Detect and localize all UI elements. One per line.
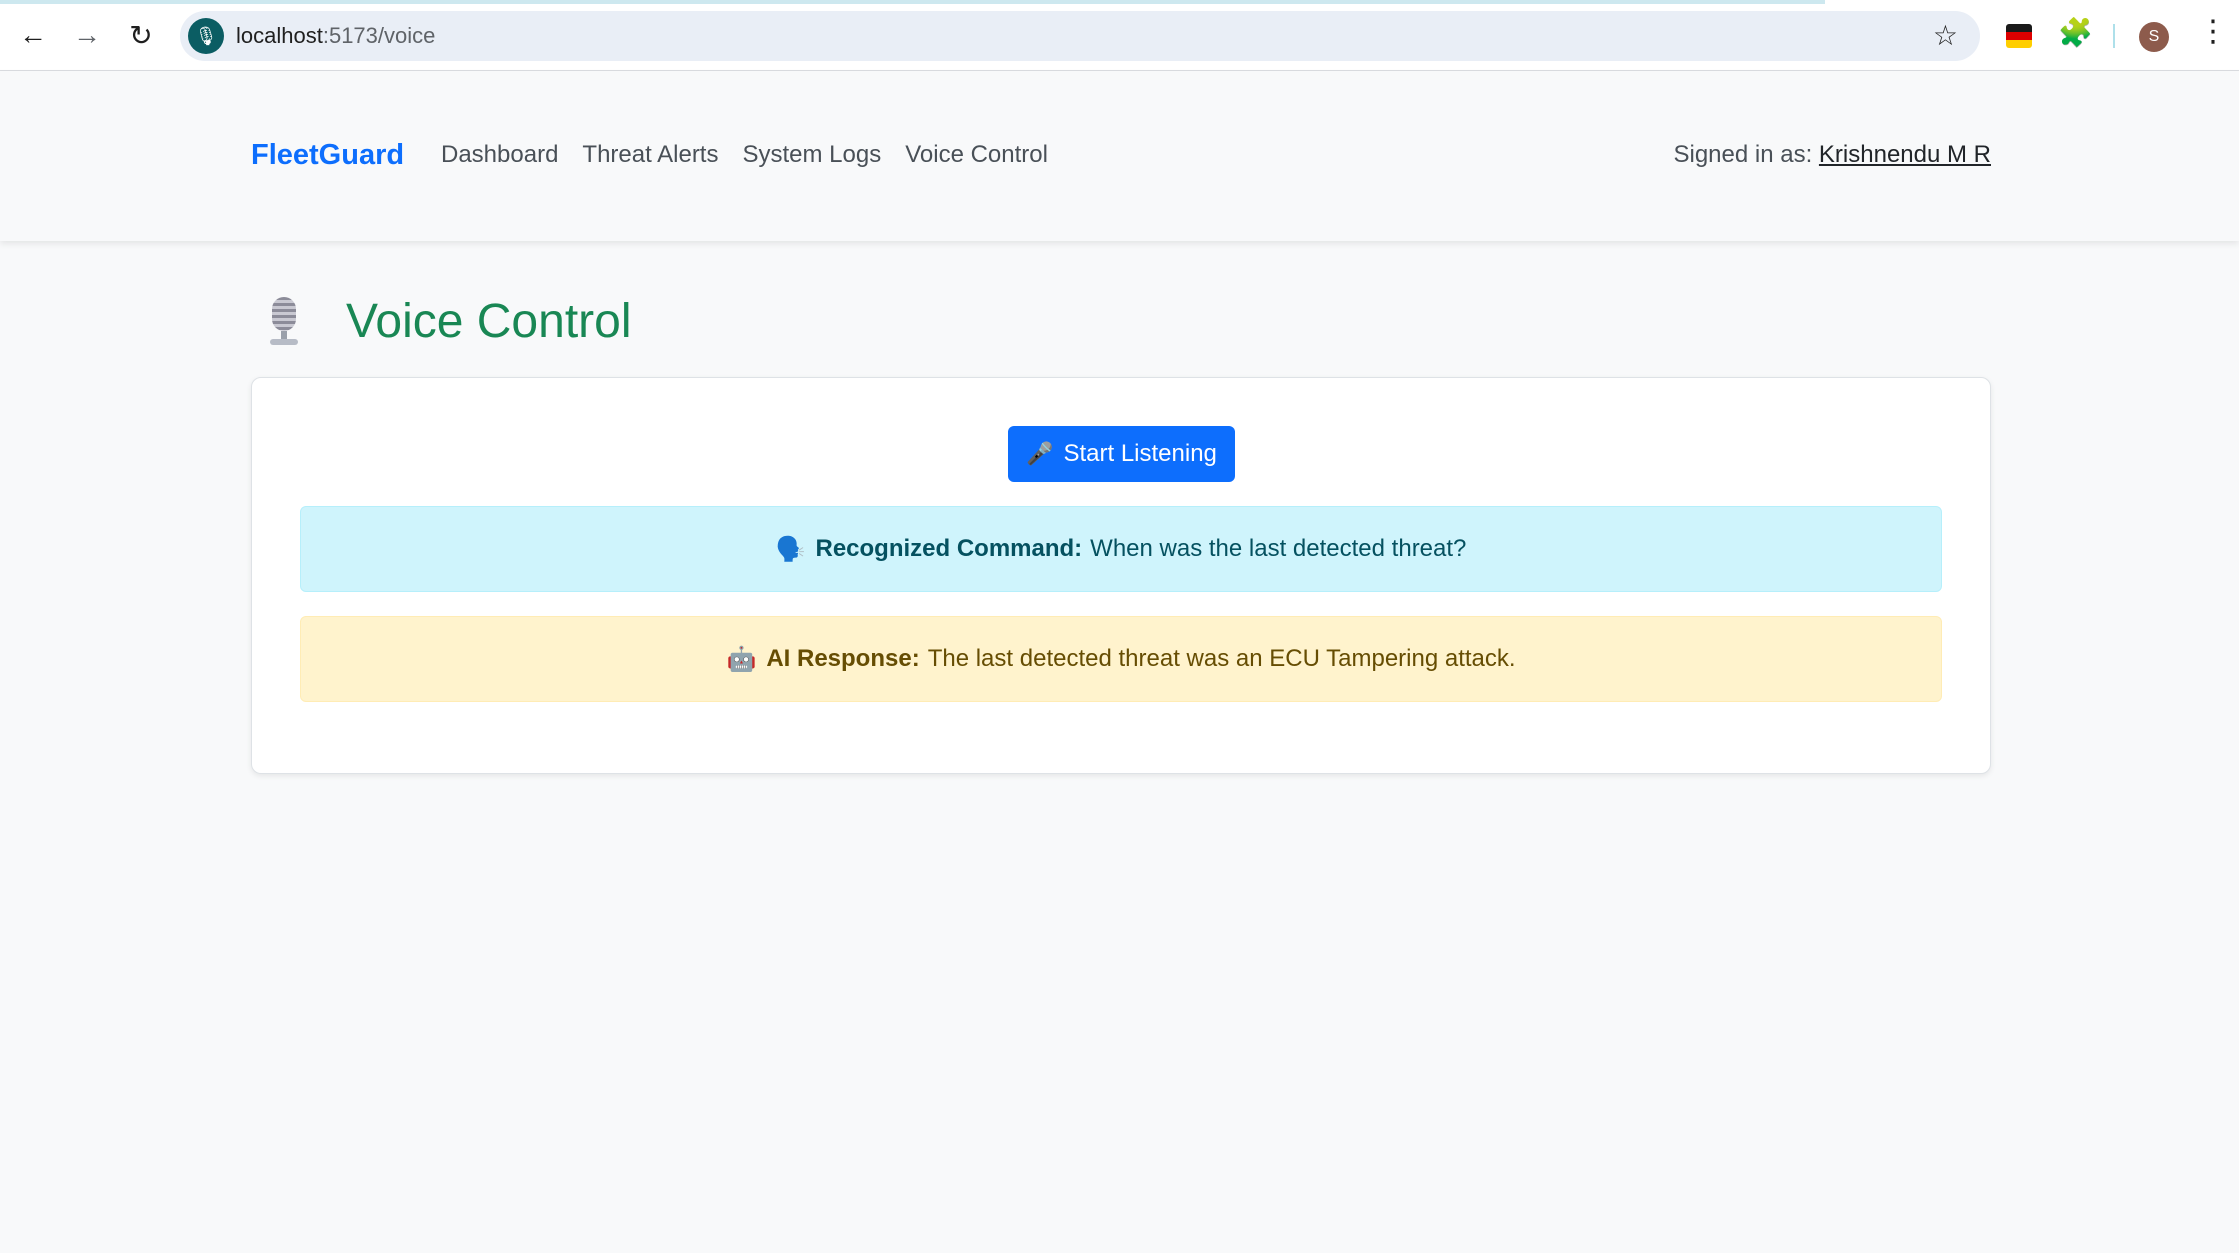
- browser-toolbar: ← → ↻ 🎙 localhost:5173/voice ☆ 🧩 S ⋮: [0, 0, 2239, 71]
- voice-control-card: 🎤 Start Listening 🗣️ Recognized Command:…: [251, 377, 1991, 774]
- user-name-link[interactable]: Krishnendu M R: [1819, 141, 1991, 168]
- robot-icon: 🤖: [726, 645, 757, 673]
- recognized-command-alert: 🗣️ Recognized Command: When was the last…: [300, 506, 1942, 592]
- page-heading: Voice Control: [262, 294, 632, 349]
- recognized-command-text: When was the last detected threat?: [1090, 535, 1467, 562]
- brand-logo[interactable]: FleetGuard: [251, 139, 404, 172]
- microphone-site-icon[interactable]: 🎙: [188, 18, 224, 54]
- nav-link-system-logs[interactable]: System Logs: [742, 141, 881, 169]
- address-bar[interactable]: 🎙 localhost:5173/voice ☆: [180, 11, 1980, 61]
- nav-link-threat-alerts[interactable]: Threat Alerts: [582, 141, 718, 169]
- speaking-head-icon: 🗣️: [775, 535, 806, 563]
- microphone-icon: 🎤: [1026, 441, 1054, 466]
- recognized-command-label: Recognized Command:: [815, 535, 1083, 562]
- microphone-icon: [262, 296, 306, 347]
- start-listening-label: Start Listening: [1063, 440, 1217, 467]
- toolbar-divider: [2113, 24, 2115, 48]
- nav-links: Dashboard Threat Alerts System Logs Voic…: [441, 141, 1072, 169]
- more-menu-icon[interactable]: ⋮: [2198, 14, 2228, 49]
- url-host: localhost: [236, 23, 323, 48]
- start-listening-button[interactable]: 🎤 Start Listening: [1008, 426, 1235, 482]
- back-button[interactable]: ←: [10, 12, 56, 58]
- reload-icon: ↻: [129, 19, 153, 51]
- bookmark-star-icon[interactable]: ☆: [1933, 20, 1958, 52]
- flag-extension-icon[interactable]: [2006, 24, 2032, 48]
- signed-in-label: Signed in as:: [1673, 141, 1813, 168]
- arrow-left-icon: ←: [19, 19, 47, 50]
- signed-in-status: Signed in as: Krishnendu M R: [1673, 141, 1991, 169]
- url-text[interactable]: localhost:5173/voice: [236, 23, 435, 49]
- ai-response-alert: 🤖 AI Response: The last detected threat …: [300, 616, 1942, 702]
- ai-response-label: AI Response:: [766, 645, 920, 672]
- page-load-progress: [0, 0, 1825, 4]
- profile-avatar[interactable]: S: [2139, 22, 2169, 52]
- nav-link-voice-control[interactable]: Voice Control: [905, 141, 1048, 169]
- forward-button[interactable]: →: [64, 12, 110, 58]
- url-path: :5173/voice: [322, 23, 436, 48]
- app-navbar: FleetGuard Dashboard Threat Alerts Syste…: [0, 71, 2239, 241]
- arrow-right-icon: →: [73, 19, 101, 50]
- ai-response-text: The last detected threat was an ECU Tamp…: [927, 645, 1516, 672]
- extensions-puzzle-icon[interactable]: 🧩: [2058, 16, 2093, 49]
- page-title: Voice Control: [346, 295, 632, 348]
- nav-link-dashboard[interactable]: Dashboard: [441, 141, 558, 169]
- reload-button[interactable]: ↻: [118, 12, 164, 58]
